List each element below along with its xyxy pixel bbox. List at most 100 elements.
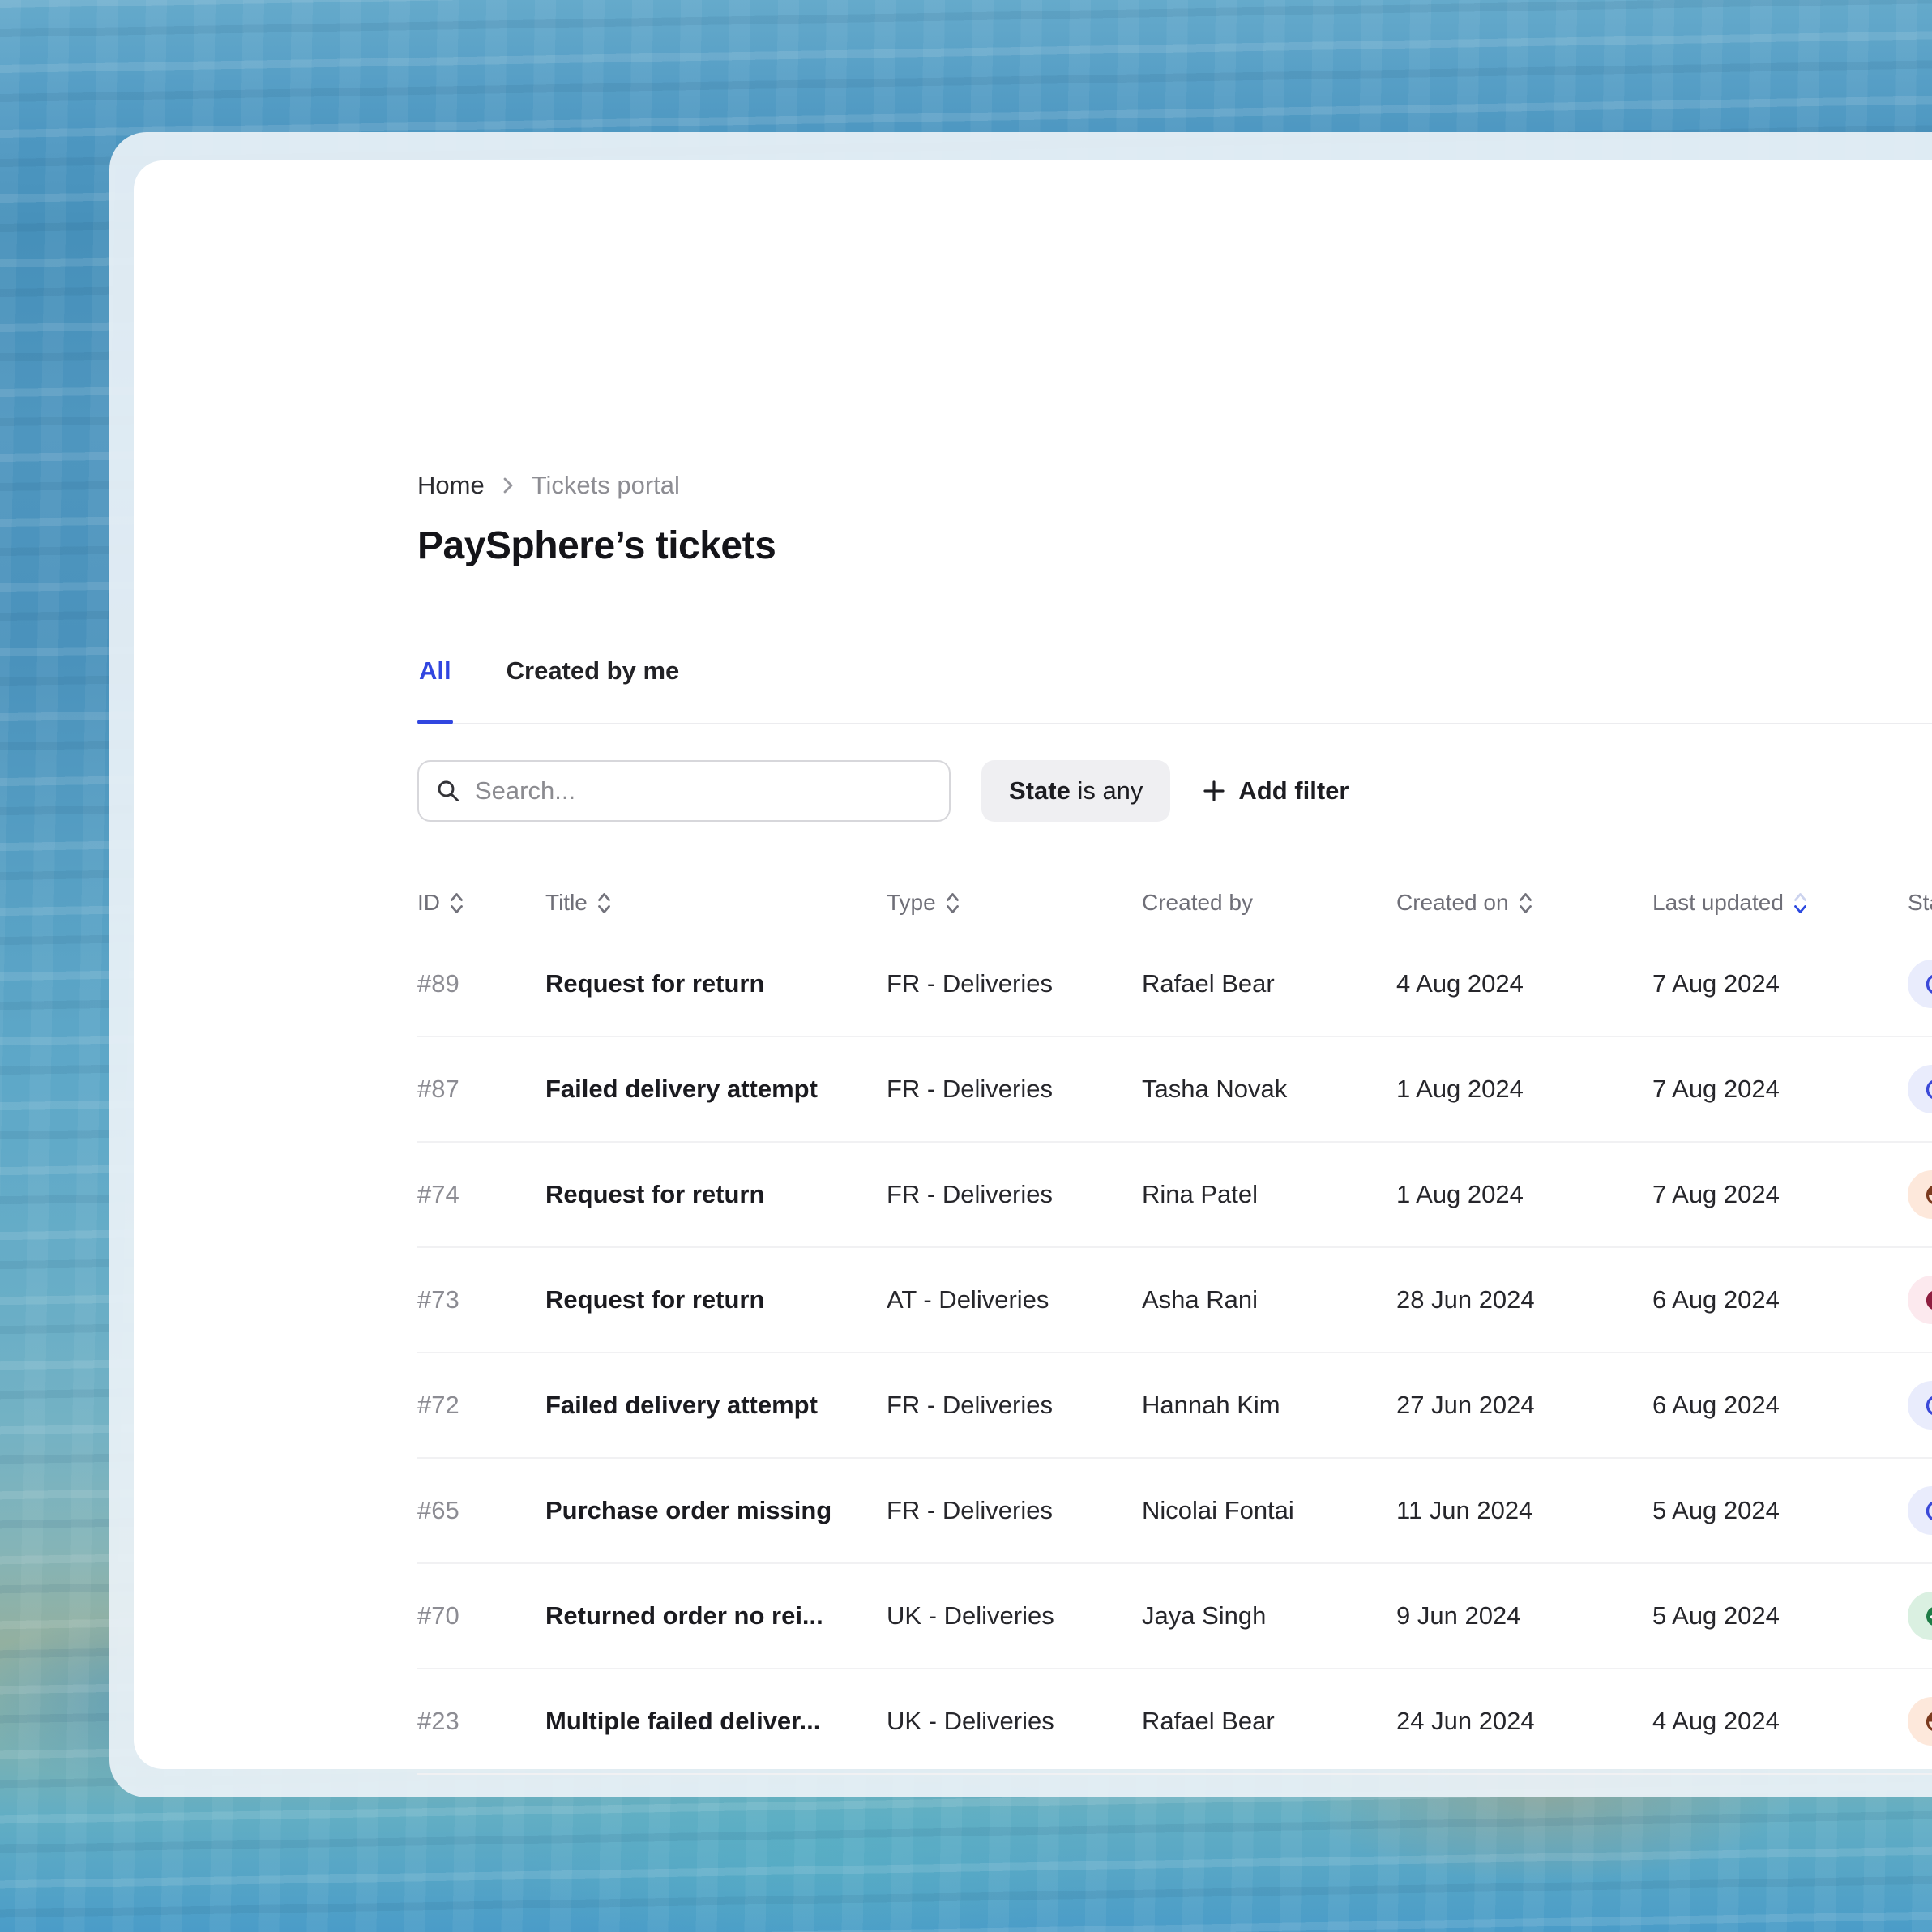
- ticket-id: #65: [417, 1496, 545, 1525]
- table-header-row: ID Title Type Created by Created on Last upda…: [417, 874, 1932, 932]
- ticket-row[interactable]: #74Request for returnFR - DeliveriesRina…: [417, 1143, 1932, 1248]
- ticket-last-updated: 6 Aug 2024: [1652, 1285, 1908, 1314]
- ticket-id: #73: [417, 1285, 545, 1314]
- ticket-title: Returned order no rei...: [545, 1601, 887, 1631]
- column-header-id[interactable]: ID: [417, 889, 545, 917]
- ticket-created-by: Rafael Bear: [1142, 1707, 1396, 1736]
- ticket-type: UK - Deliveries: [887, 1601, 1142, 1631]
- ticket-created-on: 1 Aug 2024: [1396, 1075, 1652, 1104]
- ticket-title: Failed delivery attempt: [545, 1075, 887, 1104]
- table-body: #89Request for returnFR - DeliveriesRafa…: [417, 932, 1932, 1775]
- column-label: Last updated: [1652, 890, 1784, 916]
- ticket-created-by: Asha Rani: [1142, 1285, 1396, 1314]
- ticket-last-updated: 4 Aug 2024: [1652, 1707, 1908, 1736]
- column-header-created_on[interactable]: Created on: [1396, 889, 1652, 917]
- tickets-card: Home Tickets portal PaySphere’s tickets …: [134, 160, 1932, 1769]
- ticket-id: #87: [417, 1075, 545, 1104]
- sort-icon: [1792, 889, 1809, 917]
- ticket-id: #89: [417, 969, 545, 998]
- tickets-table: ID Title Type Created by Created on Last upda…: [417, 874, 1932, 1775]
- ticket-type: FR - Deliveries: [887, 1496, 1142, 1525]
- column-label: Created on: [1396, 890, 1509, 916]
- ticket-row[interactable]: #70Returned order no rei...UK - Deliveri…: [417, 1564, 1932, 1669]
- tab-created-by-me[interactable]: Created by me: [505, 656, 682, 723]
- ticket-created-on: 11 Jun 2024: [1396, 1496, 1652, 1525]
- column-header-state[interactable]: State: [1908, 889, 1932, 917]
- ticket-created-by: Jaya Singh: [1142, 1601, 1396, 1631]
- filter-chip-state[interactable]: State is any: [981, 760, 1170, 822]
- column-label: State: [1908, 890, 1932, 916]
- ticket-row[interactable]: #72Failed delivery attemptFR - Deliverie…: [417, 1353, 1932, 1459]
- status-badge: Submitted: [1908, 1486, 1932, 1535]
- ticket-state-cell: Submitted: [1908, 960, 1932, 1008]
- ticket-id: #23: [417, 1707, 545, 1736]
- tab-bar: All Created by me: [417, 656, 1932, 724]
- state-circle-icon: [1924, 972, 1932, 997]
- column-header-last_updated[interactable]: Last updated: [1652, 889, 1908, 917]
- ticket-state-cell: Waiting on: [1908, 1276, 1932, 1324]
- ticket-created-by: Tasha Novak: [1142, 1075, 1396, 1104]
- column-header-title[interactable]: Title: [545, 889, 887, 917]
- column-header-created_by: Created by: [1142, 890, 1396, 916]
- ticket-row[interactable]: #65Purchase order missingFR - Deliveries…: [417, 1459, 1932, 1564]
- ticket-created-on: 28 Jun 2024: [1396, 1285, 1652, 1314]
- column-label: Type: [887, 890, 936, 916]
- ticket-type: FR - Deliveries: [887, 969, 1142, 998]
- plus-icon: [1201, 778, 1227, 804]
- status-badge: Submitted: [1908, 1381, 1932, 1430]
- ticket-created-on: 27 Jun 2024: [1396, 1391, 1652, 1420]
- state-circle-icon: [1924, 1393, 1932, 1418]
- sort-icon: [596, 889, 613, 917]
- filter-chip-field: State: [1009, 776, 1071, 806]
- ticket-type: FR - Deliveries: [887, 1075, 1142, 1104]
- ticket-id: #74: [417, 1180, 545, 1209]
- ticket-state-cell: In progress: [1908, 1170, 1932, 1219]
- ticket-row[interactable]: #87Failed delivery attemptFR - Deliverie…: [417, 1037, 1932, 1143]
- ticket-title: Request for return: [545, 969, 887, 998]
- breadcrumb-current: Tickets portal: [532, 471, 680, 500]
- status-badge: In progress: [1908, 1170, 1932, 1219]
- ticket-created-on: 1 Aug 2024: [1396, 1180, 1652, 1209]
- breadcrumb-home[interactable]: Home: [417, 471, 485, 500]
- state-circle-icon: [1924, 1077, 1932, 1102]
- status-badge: In progress: [1908, 1697, 1932, 1746]
- ticket-created-by: Rafael Bear: [1142, 969, 1396, 998]
- search-input[interactable]: [473, 776, 933, 806]
- chevron-right-icon: [498, 475, 519, 496]
- column-label: Title: [545, 890, 588, 916]
- sort-icon: [448, 889, 465, 917]
- ticket-row[interactable]: #73Request for returnAT - DeliveriesAsha…: [417, 1248, 1932, 1353]
- search-box: [417, 760, 951, 822]
- tab-all[interactable]: All: [417, 656, 453, 723]
- sort-icon: [944, 889, 961, 917]
- ticket-type: UK - Deliveries: [887, 1707, 1142, 1736]
- ticket-state-cell: Resolved: [1908, 1592, 1932, 1640]
- ticket-type: AT - Deliveries: [887, 1285, 1142, 1314]
- search-icon: [435, 778, 462, 805]
- ticket-title: Request for return: [545, 1285, 887, 1314]
- filter-chip-condition: is any: [1077, 776, 1143, 806]
- ticket-row[interactable]: #89Request for returnFR - DeliveriesRafa…: [417, 932, 1932, 1037]
- ticket-title: Purchase order missing: [545, 1496, 887, 1525]
- sort-icon: [1517, 889, 1534, 917]
- column-label: ID: [417, 890, 440, 916]
- ticket-state-cell: Submitted: [1908, 1486, 1932, 1535]
- status-badge: Waiting on: [1908, 1276, 1932, 1324]
- column-label: Created by: [1142, 890, 1253, 916]
- ticket-created-on: 24 Jun 2024: [1396, 1707, 1652, 1736]
- add-filter-label: Add filter: [1238, 776, 1349, 806]
- ticket-row[interactable]: #23Multiple failed deliver...UK - Delive…: [417, 1669, 1932, 1775]
- page-title: PaySphere’s tickets: [417, 524, 776, 568]
- status-badge: Resolved: [1908, 1592, 1932, 1640]
- add-filter-button[interactable]: Add filter: [1201, 776, 1349, 806]
- ticket-id: #72: [417, 1391, 545, 1420]
- ticket-state-cell: Submitted: [1908, 1065, 1932, 1113]
- ticket-last-updated: 6 Aug 2024: [1652, 1391, 1908, 1420]
- ticket-last-updated: 5 Aug 2024: [1652, 1496, 1908, 1525]
- column-header-type[interactable]: Type: [887, 889, 1142, 917]
- state-circle-icon: [1924, 1498, 1932, 1524]
- status-badge: Submitted: [1908, 960, 1932, 1008]
- ticket-type: FR - Deliveries: [887, 1391, 1142, 1420]
- ticket-last-updated: 7 Aug 2024: [1652, 1180, 1908, 1209]
- ticket-type: FR - Deliveries: [887, 1180, 1142, 1209]
